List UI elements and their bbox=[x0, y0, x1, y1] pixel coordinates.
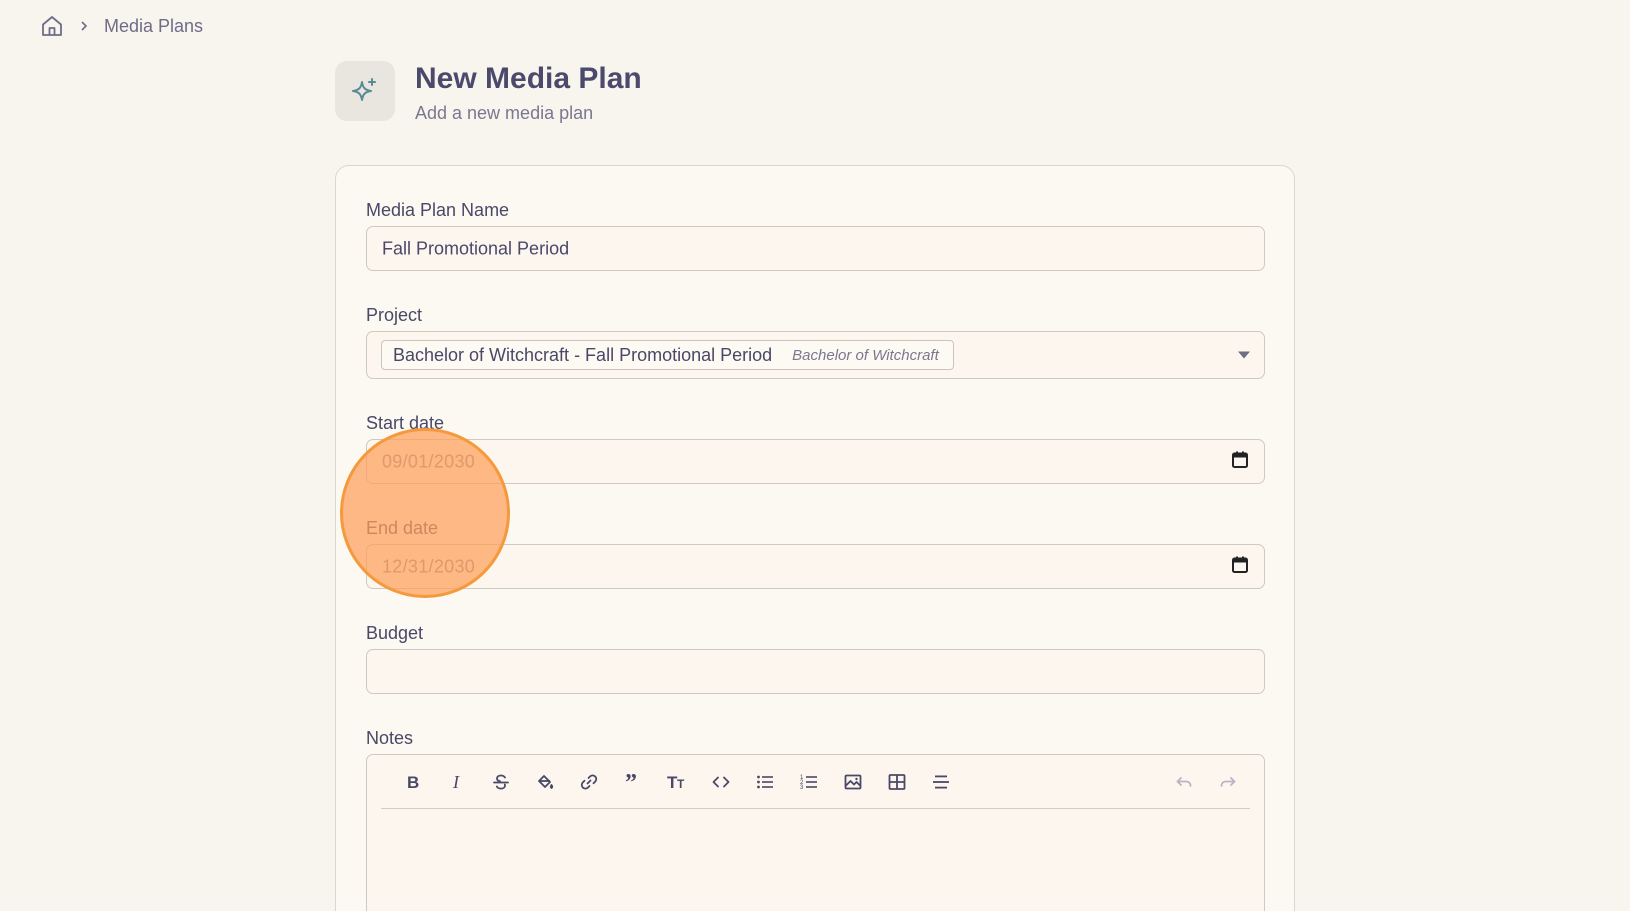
table-icon[interactable] bbox=[875, 762, 919, 802]
start-date-label: Start date bbox=[366, 413, 445, 433]
strikethrough-icon[interactable] bbox=[479, 762, 523, 802]
calendar-icon[interactable] bbox=[1232, 556, 1248, 578]
media-plan-name-value: Fall Promotional Period bbox=[382, 238, 570, 258]
calendar-icon[interactable] bbox=[1232, 451, 1248, 473]
notes-content[interactable] bbox=[387, 825, 1244, 911]
svg-text:I: I bbox=[452, 773, 460, 791]
horizontal-rule-icon[interactable] bbox=[919, 762, 963, 802]
notes-editor[interactable]: B I ” TT 1 2 3 bbox=[366, 754, 1265, 911]
budget-label: Budget bbox=[366, 623, 424, 643]
bold-icon[interactable]: B bbox=[391, 762, 435, 802]
image-icon[interactable] bbox=[831, 762, 875, 802]
project-chip-label: Bachelor of Witchcraft - Fall Promotiona… bbox=[393, 344, 773, 365]
svg-text:”: ” bbox=[625, 773, 637, 791]
paint-bucket-icon[interactable] bbox=[523, 762, 567, 802]
breadcrumb-current[interactable]: Media Plans bbox=[104, 16, 203, 37]
project-select[interactable]: Bachelor of Witchcraft - Fall Promotiona… bbox=[366, 331, 1265, 379]
svg-text:T: T bbox=[677, 777, 685, 791]
media-plan-name-input[interactable]: Fall Promotional Period bbox=[366, 226, 1265, 271]
budget-input[interactable] bbox=[366, 649, 1265, 694]
page-title: New Media Plan bbox=[415, 62, 642, 95]
home-icon[interactable] bbox=[40, 14, 64, 38]
notes-toolbar: B I ” TT 1 2 3 bbox=[381, 755, 1250, 809]
project-chip-secondary: Bachelor of Witchcraft bbox=[792, 346, 939, 364]
end-date-value: 12/31/2030 bbox=[382, 556, 476, 576]
link-icon[interactable] bbox=[567, 762, 611, 802]
svg-text:B: B bbox=[407, 773, 419, 791]
code-icon[interactable] bbox=[699, 762, 743, 802]
page-subtitle: Add a new media plan bbox=[415, 103, 594, 123]
end-date-input[interactable]: 12/31/2030 bbox=[366, 544, 1265, 589]
sparkles-icon bbox=[335, 61, 395, 121]
bullet-list-icon[interactable] bbox=[743, 762, 787, 802]
start-date-value: 09/01/2030 bbox=[382, 451, 476, 471]
project-chip[interactable]: Bachelor of Witchcraft - Fall Promotiona… bbox=[381, 340, 954, 370]
chevron-right-icon bbox=[78, 20, 90, 32]
project-label: Project bbox=[366, 305, 423, 325]
undo-icon[interactable] bbox=[1162, 762, 1206, 802]
chevron-down-icon[interactable] bbox=[1238, 351, 1250, 359]
redo-icon[interactable] bbox=[1206, 762, 1250, 802]
start-date-input[interactable]: 09/01/2030 bbox=[366, 439, 1265, 484]
svg-text:3: 3 bbox=[800, 785, 804, 791]
italic-icon[interactable]: I bbox=[435, 762, 479, 802]
quote-icon[interactable]: ” bbox=[611, 762, 655, 802]
text-size-icon[interactable]: TT bbox=[655, 762, 699, 802]
breadcrumb: Media Plans bbox=[40, 14, 203, 38]
media-plan-name-label: Media Plan Name bbox=[366, 200, 510, 220]
end-date-label: End date bbox=[366, 518, 439, 538]
page-header: New Media Plan Add a new media plan bbox=[335, 61, 642, 124]
numbered-list-icon[interactable]: 123 bbox=[787, 762, 831, 802]
notes-label: Notes bbox=[366, 728, 414, 748]
form-card: Media Plan Name Fall Promotional Period … bbox=[335, 165, 1295, 911]
